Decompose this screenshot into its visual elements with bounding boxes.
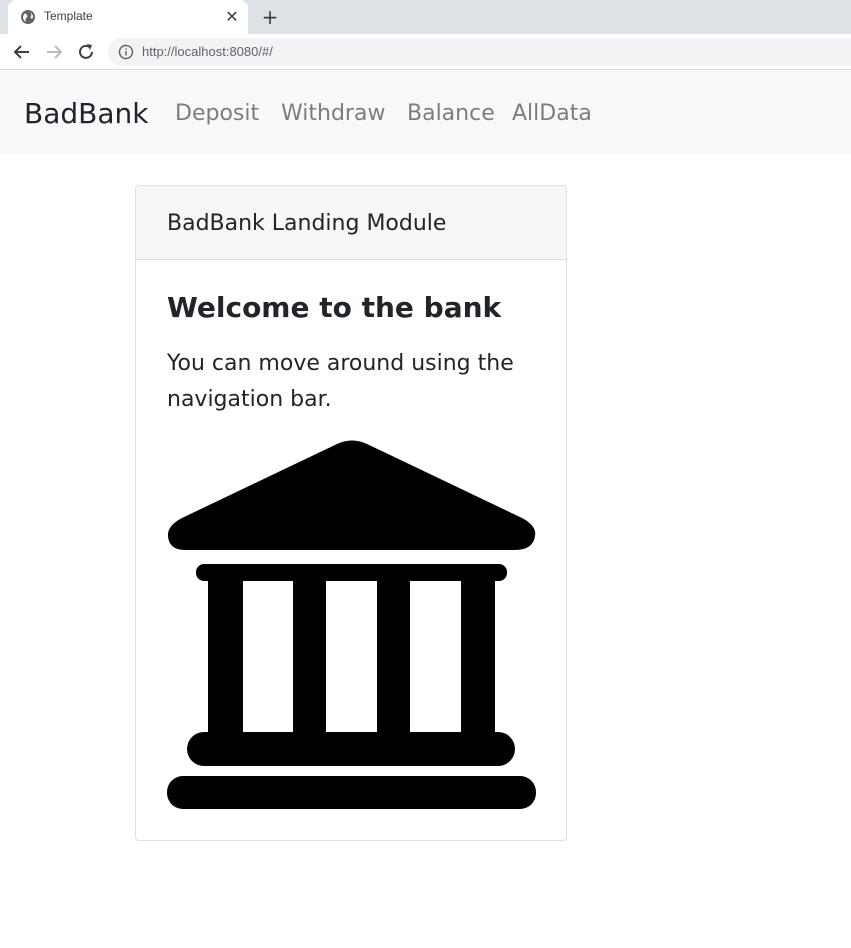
address-bar[interactable]: http://localhost:8080/#/ <box>108 38 851 66</box>
card-title: Welcome to the bank <box>167 291 502 324</box>
navbar-brand[interactable]: BadBank <box>24 97 148 131</box>
card-text: You can move around using the navigation… <box>167 351 514 412</box>
landing-card: BadBank Landing Module Welcome to the ba… <box>135 185 567 841</box>
card-header-title: BadBank Landing Module <box>167 211 447 236</box>
browser-tabstrip: Template ✕ + <box>0 0 851 34</box>
bank-building-icon <box>167 440 536 809</box>
tab-title: Template <box>44 9 93 23</box>
app-navbar: BadBank Deposit Withdraw Balance AllData <box>0 71 851 155</box>
new-tab-button[interactable]: + <box>258 5 282 29</box>
card-header: BadBank Landing Module <box>136 186 566 260</box>
nav-link-balance[interactable]: Balance <box>407 100 495 128</box>
url-text[interactable]: http://localhost:8080/#/ <box>142 44 273 59</box>
browser-toolbar: http://localhost:8080/#/ <box>0 34 851 70</box>
back-arrow-icon[interactable] <box>10 40 34 64</box>
browser-tab[interactable]: Template ✕ <box>8 0 248 34</box>
globe-icon <box>21 10 35 24</box>
nav-link-deposit[interactable]: Deposit <box>175 100 259 128</box>
close-icon[interactable]: ✕ <box>224 9 240 25</box>
nav-link-alldata[interactable]: AllData <box>512 100 592 128</box>
info-icon[interactable] <box>118 44 134 60</box>
nav-link-withdraw[interactable]: Withdraw <box>281 100 385 128</box>
reload-icon[interactable] <box>74 40 98 64</box>
forward-arrow-icon[interactable] <box>42 40 66 64</box>
